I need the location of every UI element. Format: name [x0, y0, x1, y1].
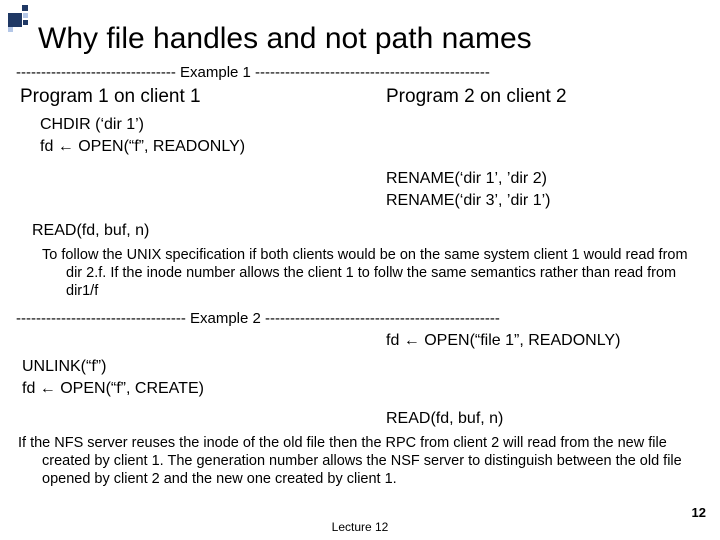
- code-unlink: UNLINK(“f”): [22, 358, 106, 376]
- example-2-explanation: If the NFS server reuses the inode of th…: [18, 434, 700, 488]
- example-1-divider: -------------------------------- Example…: [16, 64, 704, 81]
- program-2-heading: Program 2 on client 2: [386, 86, 567, 108]
- code-read-2: READ(fd, buf, n): [386, 410, 503, 428]
- code-rename-1: RENAME(‘dir 1’, ’dir 2): [386, 170, 547, 188]
- code-read-1: READ(fd, buf, n): [32, 222, 149, 240]
- example-2-divider: ---------------------------------- Examp…: [16, 310, 704, 327]
- code-chdir: CHDIR (‘dir 1’): [40, 116, 144, 134]
- code-fd-open-file1: fd ← OPEN(“file 1”, READONLY): [386, 332, 620, 350]
- lecture-label: Lecture 12: [0, 520, 720, 534]
- page-number: 12: [692, 505, 706, 520]
- example-1-explanation: To follow the UNIX specification if both…: [42, 246, 692, 300]
- corner-decoration: [8, 5, 36, 33]
- code-fd-open-readonly: fd ← OPEN(“f”, READONLY): [40, 138, 245, 156]
- slide-title: Why file handles and not path names: [38, 22, 532, 56]
- code-rename-2: RENAME(‘dir 3’, ’dir 1’): [386, 192, 550, 210]
- slide: Why file handles and not path names ----…: [0, 0, 720, 540]
- program-1-heading: Program 1 on client 1: [20, 86, 201, 108]
- code-fd-open-create: fd ← OPEN(“f”, CREATE): [22, 380, 204, 398]
